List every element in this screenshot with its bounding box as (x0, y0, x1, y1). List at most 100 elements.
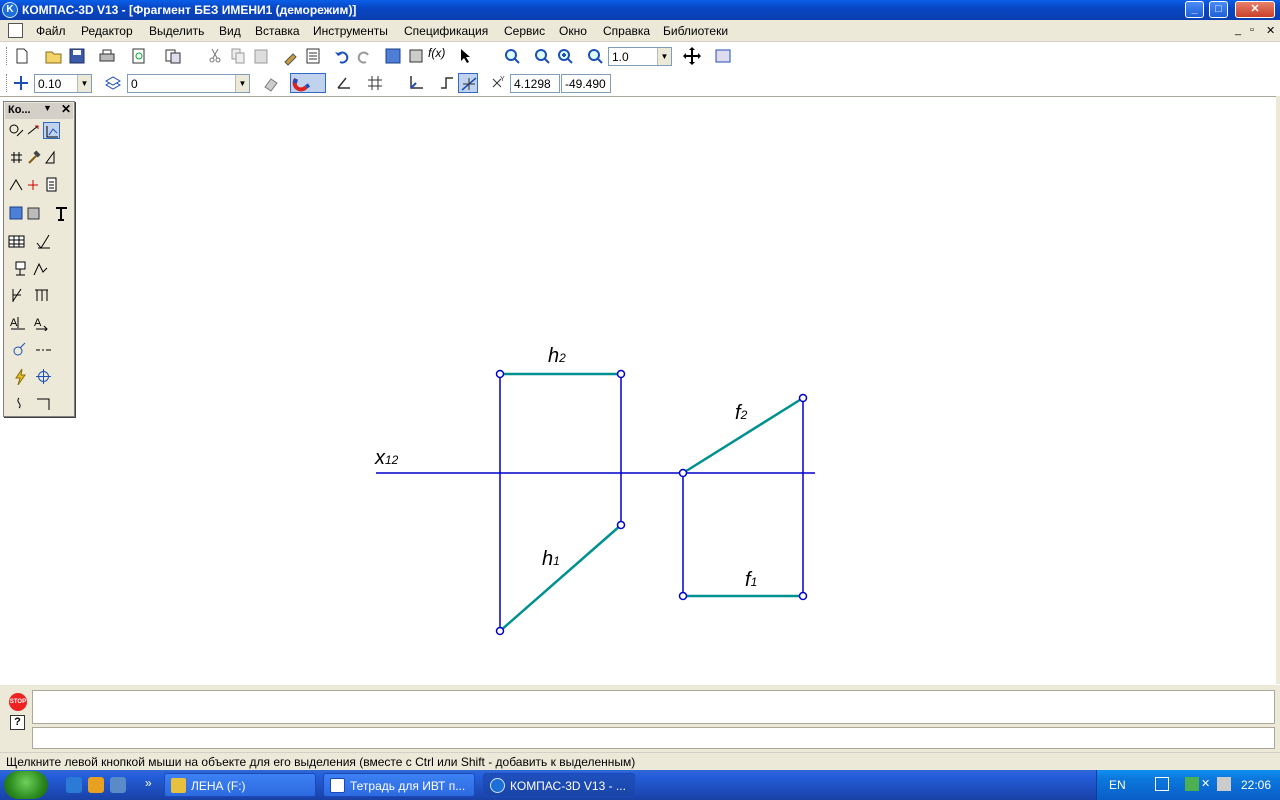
local-cs-button[interactable] (334, 73, 354, 93)
macro-button[interactable] (11, 341, 28, 358)
menu-file[interactable]: Файл (36, 24, 66, 38)
pan-button[interactable] (682, 46, 702, 66)
refresh-button[interactable] (713, 46, 733, 66)
zoom-scale-button[interactable] (585, 46, 605, 66)
preview-button[interactable] (129, 46, 149, 66)
label-h1[interactable]: h1 (542, 548, 560, 570)
label-x12[interactable]: x12 (374, 447, 399, 469)
symbols-button[interactable] (25, 176, 42, 193)
point-f1-left[interactable] (678, 591, 688, 601)
property-field[interactable] (32, 690, 1275, 724)
ie-icon[interactable] (66, 777, 82, 793)
chevron-down-icon[interactable]: ▼ (235, 75, 249, 92)
coord-y-field[interactable]: -49.490 (561, 74, 611, 93)
point-f1-right[interactable] (798, 591, 808, 601)
menu-tools[interactable]: Инструменты (313, 24, 388, 38)
menu-select[interactable]: Выделить (149, 24, 204, 38)
property-subfield[interactable] (32, 727, 1275, 749)
tray-monitor-icon[interactable] (1155, 777, 1169, 791)
point-h2-left[interactable] (495, 369, 505, 379)
edit-button[interactable] (8, 149, 25, 166)
text-button[interactable] (53, 205, 70, 222)
insert-view-button[interactable] (25, 205, 42, 222)
taskbar-item-word[interactable]: Тетрадь для ИВТ п... (323, 773, 475, 797)
base-button[interactable] (33, 287, 50, 304)
point-f2-right[interactable] (798, 393, 808, 403)
paste-button[interactable] (251, 46, 271, 66)
drawing-canvas[interactable]: x12 h2 h1 f2 f1 (0, 96, 1276, 684)
step-button[interactable] (11, 73, 31, 93)
toolbar-grip[interactable] (6, 47, 9, 65)
grid-button[interactable] (365, 73, 385, 93)
context-help-button[interactable] (457, 46, 477, 66)
copy-button[interactable] (228, 46, 248, 66)
point-f2-left[interactable] (678, 468, 688, 478)
angle-button[interactable] (8, 176, 25, 193)
menu-libraries[interactable]: Библиотеки (663, 24, 728, 38)
quicklaunch-overflow-icon[interactable]: » (145, 776, 152, 790)
layer-button[interactable] (103, 73, 123, 93)
chevron-down-icon[interactable]: ▼ (77, 75, 91, 92)
text-style-button[interactable]: A (9, 314, 26, 331)
coord-x-field[interactable]: 4.1298 (510, 74, 560, 93)
position-button[interactable] (12, 260, 29, 277)
mdi-minimize-button[interactable]: _ (1235, 24, 1241, 36)
menu-service[interactable]: Сервис (504, 24, 545, 38)
menu-editor[interactable]: Редактор (81, 24, 133, 38)
show-desktop-icon[interactable] (110, 777, 126, 793)
manager-button[interactable] (163, 46, 183, 66)
chevron-down-icon[interactable]: ▼ (43, 103, 52, 113)
table-button[interactable] (8, 233, 25, 250)
dimensions-button[interactable] (25, 122, 42, 139)
media-player-icon[interactable] (88, 777, 104, 793)
minimize-button[interactable]: _ (1185, 1, 1204, 18)
help-icon[interactable]: ? (10, 715, 25, 730)
language-indicator[interactable]: EN (1109, 778, 1126, 792)
toolbar-grip[interactable] (6, 74, 9, 92)
libraries-button[interactable] (406, 46, 426, 66)
view-button[interactable] (8, 205, 25, 222)
snap-button[interactable] (290, 73, 326, 93)
report-button[interactable] (43, 176, 60, 193)
step-combo[interactable]: 0.10 ▼ (34, 74, 92, 93)
menu-window[interactable]: Окно (559, 24, 587, 38)
zoom-combo[interactable]: 1.0 ▼ (608, 47, 672, 66)
compact-panel-header[interactable]: Ко... ▼ ✕ (5, 102, 73, 119)
open-button[interactable] (44, 46, 64, 66)
break-line-button[interactable] (12, 396, 29, 413)
zoom-window-button[interactable] (532, 46, 552, 66)
variables-button[interactable]: f(x) (428, 46, 450, 66)
tolerance-button[interactable] (9, 287, 26, 304)
title-bar[interactable]: K КОМПАС-3D V13 - [Фрагмент БЕЗ ИМЕНИ1 (… (0, 0, 1280, 20)
maximize-button[interactable]: □ (1209, 1, 1228, 18)
leader-button[interactable] (32, 260, 49, 277)
mdi-close-button[interactable]: ✕ (1266, 24, 1275, 37)
redo-button[interactable] (354, 46, 374, 66)
ortho-mode-button[interactable] (437, 73, 457, 93)
menu-help[interactable]: Справка (603, 24, 650, 38)
parametrization-button[interactable] (43, 122, 60, 139)
zoom-all-button[interactable] (502, 46, 522, 66)
corner-button[interactable] (35, 396, 52, 413)
undo-button[interactable] (332, 46, 352, 66)
text-direction-button[interactable]: A (33, 314, 50, 331)
label-f2[interactable]: f2 (735, 402, 748, 424)
cut-button[interactable] (205, 46, 225, 66)
roughness-button[interactable] (35, 233, 52, 250)
point-h2-right[interactable] (616, 369, 626, 379)
new-document-button[interactable] (12, 46, 32, 66)
measure-button[interactable] (43, 149, 60, 166)
close-icon[interactable]: ✕ (61, 102, 71, 116)
drawing-svg[interactable]: x12 h2 h1 f2 f1 (0, 97, 1276, 685)
properties-list-button[interactable] (303, 46, 323, 66)
label-h2[interactable]: h2 (548, 345, 566, 367)
lightning-button[interactable] (12, 368, 29, 385)
taskbar-item-kompas[interactable]: КОМПАС-3D V13 - ... (483, 773, 635, 797)
clock[interactable]: 22:06 (1241, 778, 1271, 792)
hammer-button[interactable] (25, 149, 42, 166)
stop-icon[interactable]: STOP (9, 693, 27, 711)
layer-combo[interactable]: 0 ▼ (127, 74, 250, 93)
h1-segment[interactable] (499, 524, 622, 632)
kompas-app-icon[interactable]: K (2, 2, 18, 18)
save-button[interactable] (67, 46, 87, 66)
